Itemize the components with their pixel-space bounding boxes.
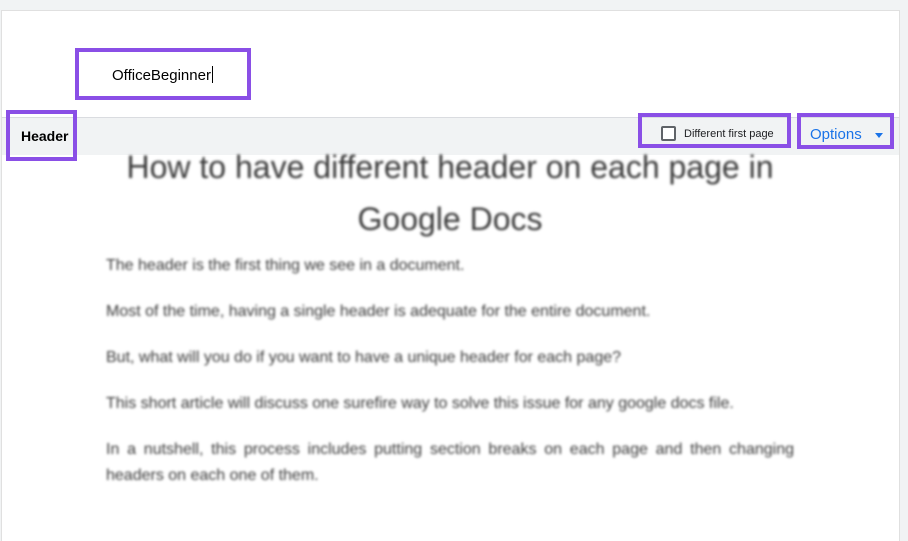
document-paragraph: This short article will discuss one sure… xyxy=(106,395,734,412)
options-label: Options xyxy=(810,126,862,143)
document-paragraph: But, what will you do if you want to hav… xyxy=(106,349,622,366)
document-title: How to have different header on each pag… xyxy=(126,149,774,237)
header-text-highlight[interactable]: OfficeBeginner xyxy=(75,48,251,100)
document-page: OfficeBeginner Header Different first pa… xyxy=(2,11,899,541)
document-paragraph: Most of the time, having a single header… xyxy=(106,303,651,320)
checkbox-unchecked-icon[interactable] xyxy=(661,126,676,141)
text-cursor xyxy=(211,66,213,83)
arrow-drop-down-icon xyxy=(875,133,883,138)
header-label: Header xyxy=(21,128,69,144)
header-text-value: OfficeBeginner xyxy=(112,67,211,84)
document-paragraph: The header is the first thing we see in … xyxy=(106,257,465,274)
document-paragraph: In a nutshell, this process includes put… xyxy=(106,441,794,484)
header-label-highlight: Header xyxy=(6,110,77,161)
header-text[interactable]: OfficeBeginner xyxy=(112,66,213,84)
different-first-page-label[interactable]: Different first page xyxy=(684,128,774,140)
document-body[interactable]: How to have different header on each pag… xyxy=(106,141,794,509)
options-button[interactable]: Options xyxy=(797,113,894,149)
